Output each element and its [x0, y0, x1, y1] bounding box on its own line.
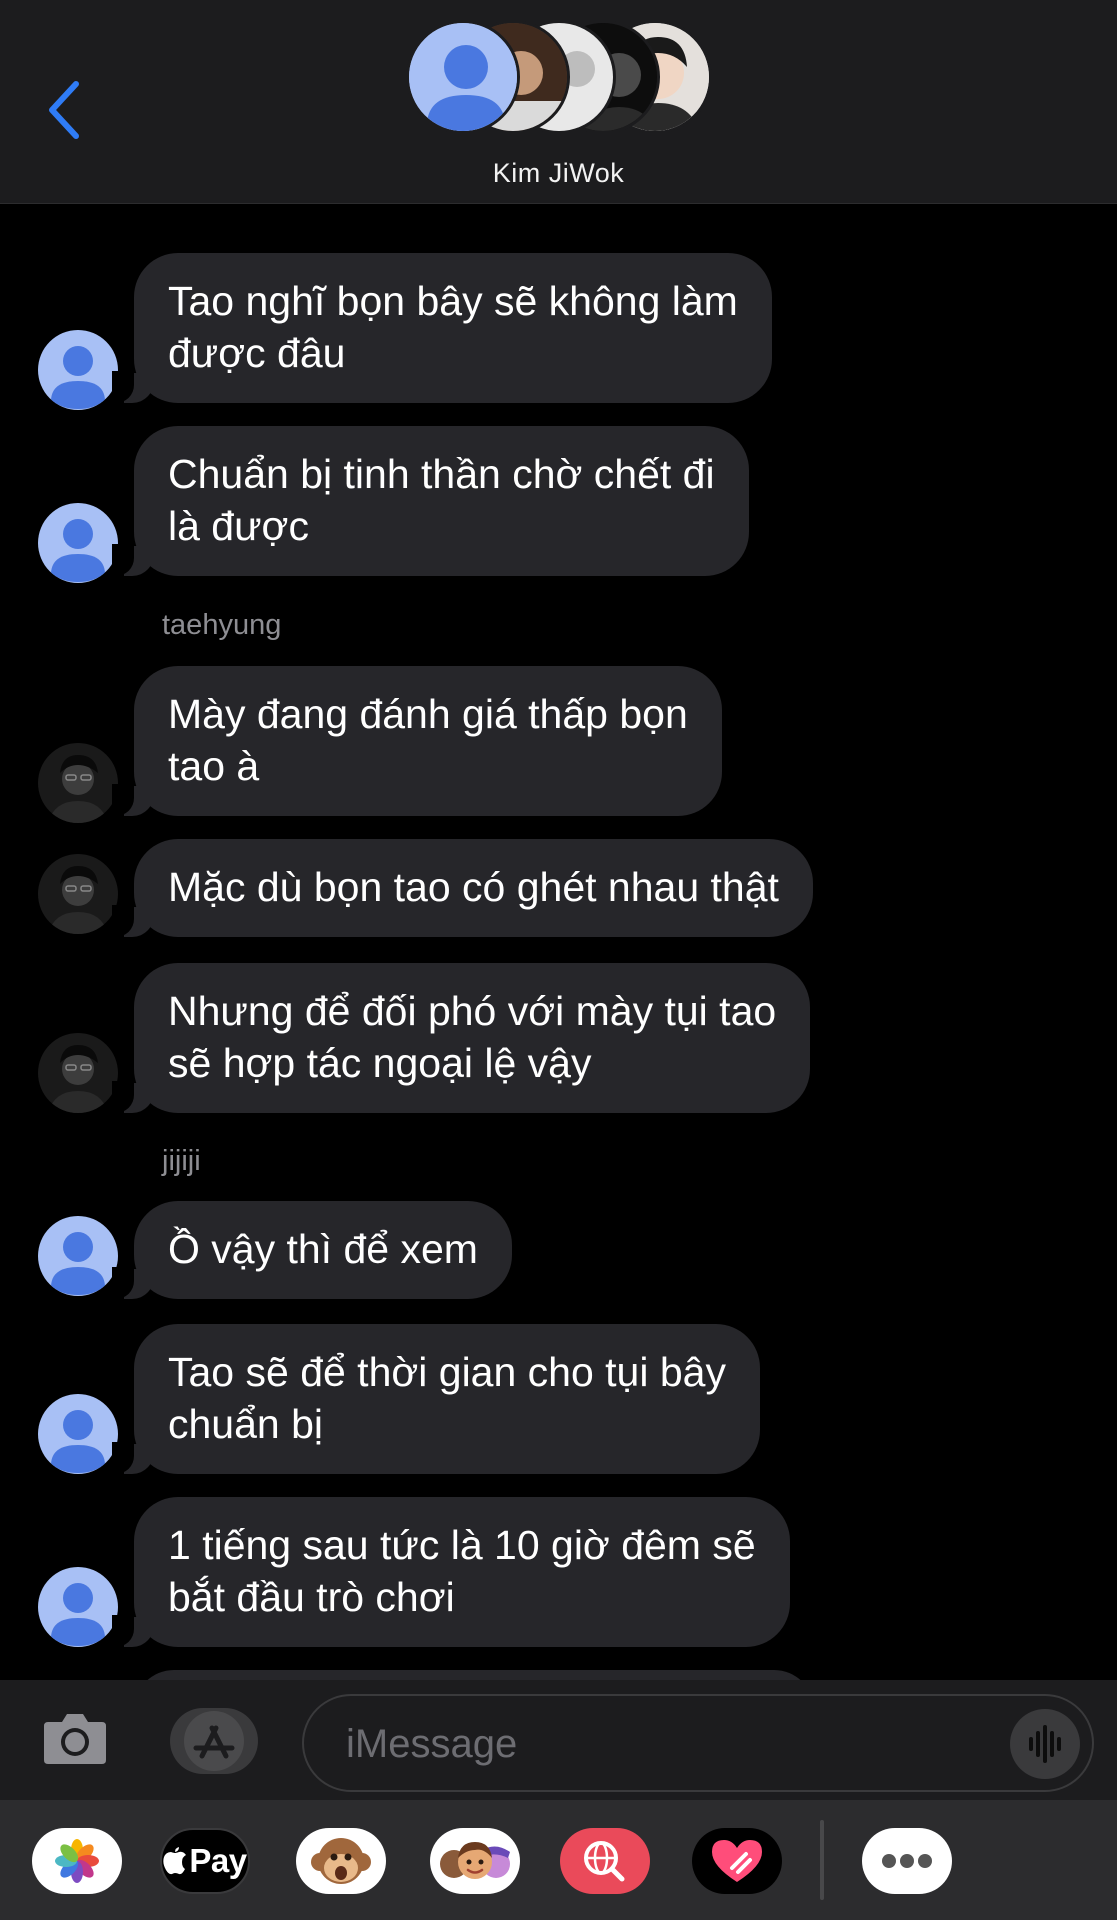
more-apps-button[interactable]: [862, 1828, 952, 1894]
conversation-header: Kim JiWok: [0, 0, 1117, 204]
photo-avatar[interactable]: [38, 743, 118, 823]
web-search-icon: [584, 1841, 625, 1882]
default-contact-avatar[interactable]: [38, 1567, 118, 1647]
more-icon: [882, 1854, 932, 1868]
apple-pay-button[interactable]: Pay: [160, 1828, 250, 1894]
animoji-icon: [311, 1838, 371, 1884]
drawer-divider: [820, 1820, 824, 1900]
group-avatar-stack[interactable]: [406, 20, 712, 134]
default-contact-avatar[interactable]: [38, 503, 118, 583]
incoming-message-bubble[interactable]: Ồ vậy thì để xem: [112, 1201, 512, 1299]
incoming-message-bubble[interactable]: Mày đang đánh giá thấp bọn tao à: [112, 666, 722, 816]
voice-message-button[interactable]: [1010, 1709, 1080, 1779]
photo-avatar[interactable]: [38, 1033, 118, 1113]
web-search-button[interactable]: [560, 1828, 650, 1894]
waveform-icon: [1029, 1725, 1061, 1763]
messages-screen: Kim JiWok Tao nghĩ bọn bây sẽ không làm …: [0, 0, 1117, 1920]
animoji-button[interactable]: [296, 1828, 386, 1894]
group-member-avatar: [406, 20, 520, 134]
memoji-button[interactable]: [430, 1828, 520, 1894]
incoming-message-bubble[interactable]: Mặc dù bọn tao có ghét nhau thật: [112, 839, 813, 937]
incoming-message-bubble-partial[interactable]: [134, 1670, 814, 1680]
camera-button[interactable]: [42, 1708, 108, 1766]
apple-logo-icon: [163, 1847, 187, 1875]
app-store-icon: [184, 1711, 244, 1771]
default-contact-avatar[interactable]: [38, 1216, 118, 1296]
apple-pay-label: Pay: [189, 1842, 247, 1879]
default-contact-avatar[interactable]: [38, 1394, 118, 1474]
memoji-icon: [440, 1842, 510, 1879]
photos-icon: [55, 1839, 99, 1883]
compose-bar: [0, 1680, 1117, 1800]
photo-avatar[interactable]: [38, 854, 118, 934]
camera-icon: [44, 1714, 106, 1764]
sender-name: taehyung: [162, 609, 282, 641]
digital-touch-icon: [712, 1840, 762, 1882]
message-input[interactable]: [346, 1718, 966, 1770]
app-store-button[interactable]: [170, 1708, 258, 1774]
imessage-app-drawer: Pay: [0, 1800, 1117, 1920]
incoming-message-bubble[interactable]: 1 tiếng sau tức là 10 giờ đêm sẽ bắt đầu…: [112, 1497, 790, 1647]
contact-name[interactable]: Kim JiWok: [0, 158, 1117, 189]
back-button[interactable]: [40, 74, 90, 144]
sender-name: jijiji: [162, 1145, 201, 1177]
message-thread[interactable]: Tao nghĩ bọn bây sẽ không làm được đâu C…: [0, 205, 1117, 1680]
incoming-message-bubble[interactable]: Nhưng để đối phó với mày tụi tao sẽ hợp …: [111, 963, 811, 1113]
digital-touch-button[interactable]: [692, 1828, 782, 1894]
incoming-message-bubble[interactable]: Tao nghĩ bọn bây sẽ không làm được đâu: [112, 253, 772, 403]
photos-app-button[interactable]: [32, 1828, 122, 1894]
default-contact-avatar[interactable]: [38, 330, 118, 410]
chevron-left-icon: [49, 81, 79, 139]
incoming-message-bubble[interactable]: Chuẩn bị tinh thần chờ chết đi là được: [112, 426, 749, 576]
incoming-message-bubble[interactable]: Tao sẽ để thời gian cho tụi bây chuẩn bị: [112, 1324, 760, 1474]
message-input-field[interactable]: [302, 1694, 1094, 1792]
